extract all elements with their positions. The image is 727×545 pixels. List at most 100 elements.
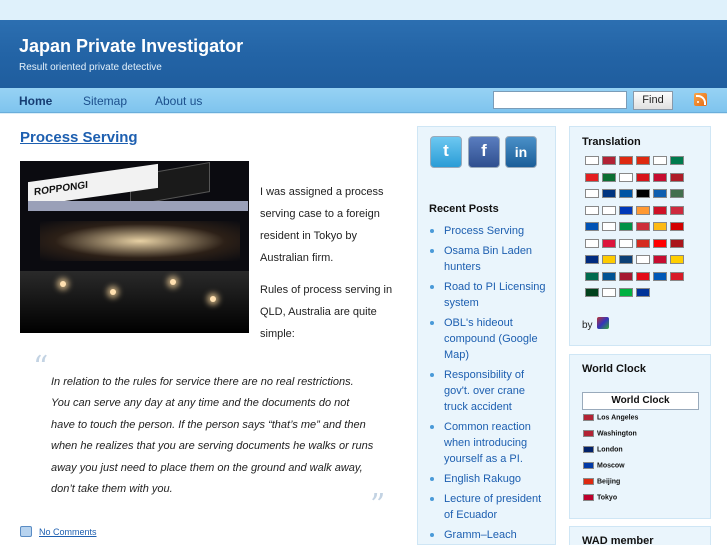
language-flag-icon[interactable]	[602, 189, 616, 198]
language-flag-icon[interactable]	[585, 238, 599, 248]
post-title[interactable]: Process Serving	[20, 129, 138, 146]
language-flag-icon[interactable]	[653, 222, 667, 231]
language-flag-icon[interactable]	[585, 271, 599, 281]
language-flag-icon[interactable]	[636, 288, 650, 297]
language-flag-icon[interactable]	[602, 172, 616, 182]
language-flag-icon[interactable]	[602, 271, 616, 281]
search-input[interactable]	[493, 91, 627, 109]
quote-line: have to touch the person. If the person …	[51, 418, 366, 431]
language-flag-icon[interactable]	[619, 172, 633, 182]
image-light	[110, 289, 116, 295]
language-flag-icon[interactable]	[653, 156, 667, 165]
language-flag-icon[interactable]	[670, 255, 684, 264]
facebook-glyph: f	[481, 141, 487, 160]
recent-post-link[interactable]: English Rakugo	[429, 471, 551, 487]
world-clock-heading: World Clock	[582, 363, 646, 375]
facebook-icon[interactable]: f	[468, 136, 500, 168]
language-flag-icon[interactable]	[653, 205, 667, 215]
rss-icon[interactable]	[694, 93, 707, 106]
post-paragraph: Rules of process serving in	[260, 284, 393, 296]
language-flag-icon[interactable]	[653, 172, 667, 182]
language-flag-icon[interactable]	[585, 189, 599, 198]
language-flag-icon[interactable]	[636, 189, 650, 198]
language-flag-icon[interactable]	[602, 222, 616, 231]
country-flag-icon	[583, 414, 594, 421]
language-flag-icon[interactable]	[670, 172, 684, 182]
site-title[interactable]: Japan Private Investigator	[19, 36, 243, 57]
language-flag-icon[interactable]	[670, 222, 684, 231]
post-paragraph: serving case to a foreign	[260, 208, 380, 220]
recent-post-link[interactable]: Process Serving	[429, 223, 551, 239]
language-flag-icon[interactable]	[636, 156, 650, 165]
image-light	[210, 296, 216, 302]
language-flag-icon[interactable]	[585, 288, 599, 297]
blockquote: In relation to the rules for service the…	[51, 372, 381, 500]
recent-posts-heading: Recent Posts	[429, 203, 499, 215]
nav-item-home[interactable]: Home	[19, 94, 52, 108]
language-flag-icon[interactable]	[585, 222, 599, 231]
quote-line: when he realizes that you are serving do…	[51, 440, 374, 453]
language-flag-icon[interactable]	[619, 156, 633, 165]
language-flag-icon[interactable]	[619, 255, 633, 264]
world-clock-title: World Clock	[582, 392, 699, 410]
recent-post-link[interactable]: Lecture of president of Ecuador	[429, 491, 551, 523]
language-flag-icon[interactable]	[585, 255, 599, 264]
clock-city-row: Tokyo	[583, 494, 617, 501]
translator-logo-icon[interactable]	[597, 317, 609, 329]
language-flag-icon[interactable]	[602, 238, 616, 248]
language-flag-icon[interactable]	[670, 271, 684, 281]
language-flag-icon[interactable]	[636, 172, 650, 182]
top-strip	[0, 0, 727, 20]
clock-city-row: Washington	[583, 430, 637, 437]
find-button[interactable]: Find	[633, 91, 673, 110]
recent-post-link[interactable]: Common reaction when introducing yoursel…	[429, 419, 551, 467]
language-flag-icon[interactable]	[636, 222, 650, 231]
nav-item-about-us[interactable]: About us	[155, 94, 202, 108]
recent-post-link[interactable]: Osama Bin Laden hunters	[429, 243, 551, 275]
language-flag-icon[interactable]	[585, 172, 599, 182]
language-flag-icon[interactable]	[653, 255, 667, 264]
language-flag-icon[interactable]	[670, 205, 684, 215]
language-flag-icon[interactable]	[619, 288, 633, 297]
language-flag-icon[interactable]	[653, 238, 667, 248]
nav-item-sitemap[interactable]: Sitemap	[83, 94, 127, 108]
language-flag-icon[interactable]	[670, 156, 684, 165]
clock-city-name: Moscow	[597, 462, 625, 470]
language-flag-icon[interactable]	[602, 255, 616, 264]
recent-post-link[interactable]: Responsibility of gov't. over crane truc…	[429, 367, 551, 415]
site-header: Japan Private Investigator Result orient…	[0, 20, 727, 88]
translation-heading: Translation	[582, 136, 641, 148]
language-flag-icon[interactable]	[670, 238, 684, 248]
country-flag-icon	[583, 462, 594, 469]
clock-city-row: Beijing	[583, 478, 620, 485]
language-flag-icon[interactable]	[619, 271, 633, 281]
post-paragraph: QLD, Australia are quite	[260, 306, 377, 318]
country-flag-icon	[583, 478, 594, 485]
language-flag-icon[interactable]	[636, 205, 650, 215]
language-flag-icon[interactable]	[670, 189, 684, 198]
recent-post-link[interactable]: Road to PI Licensing system	[429, 279, 551, 311]
linkedin-icon[interactable]: in	[505, 136, 537, 168]
recent-post-link[interactable]: Gramm–Leach	[429, 527, 551, 543]
language-flag-icon[interactable]	[585, 205, 599, 215]
quote-line: away you just need to place them on the …	[51, 461, 363, 474]
language-flag-icon[interactable]	[619, 189, 633, 198]
language-flag-icon[interactable]	[636, 255, 650, 264]
comments-link[interactable]: No Comments	[39, 527, 97, 537]
twitter-icon[interactable]: t	[430, 136, 462, 168]
twitter-glyph: t	[443, 141, 449, 160]
language-flag-icon[interactable]	[619, 222, 633, 231]
language-flag-icon[interactable]	[636, 238, 650, 248]
recent-post-link[interactable]: OBL's hideout compound (Google Map)	[429, 315, 551, 363]
language-flag-icon[interactable]	[602, 205, 616, 215]
country-flag-icon	[583, 494, 594, 501]
language-flag-icon[interactable]	[653, 189, 667, 198]
language-flag-icon[interactable]	[602, 156, 616, 165]
language-flag-icon[interactable]	[653, 271, 667, 281]
language-flag-icon[interactable]	[619, 205, 633, 215]
language-flag-icon[interactable]	[619, 238, 633, 248]
language-flag-icon[interactable]	[585, 156, 599, 165]
language-flag-icon[interactable]	[602, 288, 616, 297]
language-flag-icon[interactable]	[636, 271, 650, 281]
post-paragraph: I was assigned a process	[260, 186, 384, 198]
